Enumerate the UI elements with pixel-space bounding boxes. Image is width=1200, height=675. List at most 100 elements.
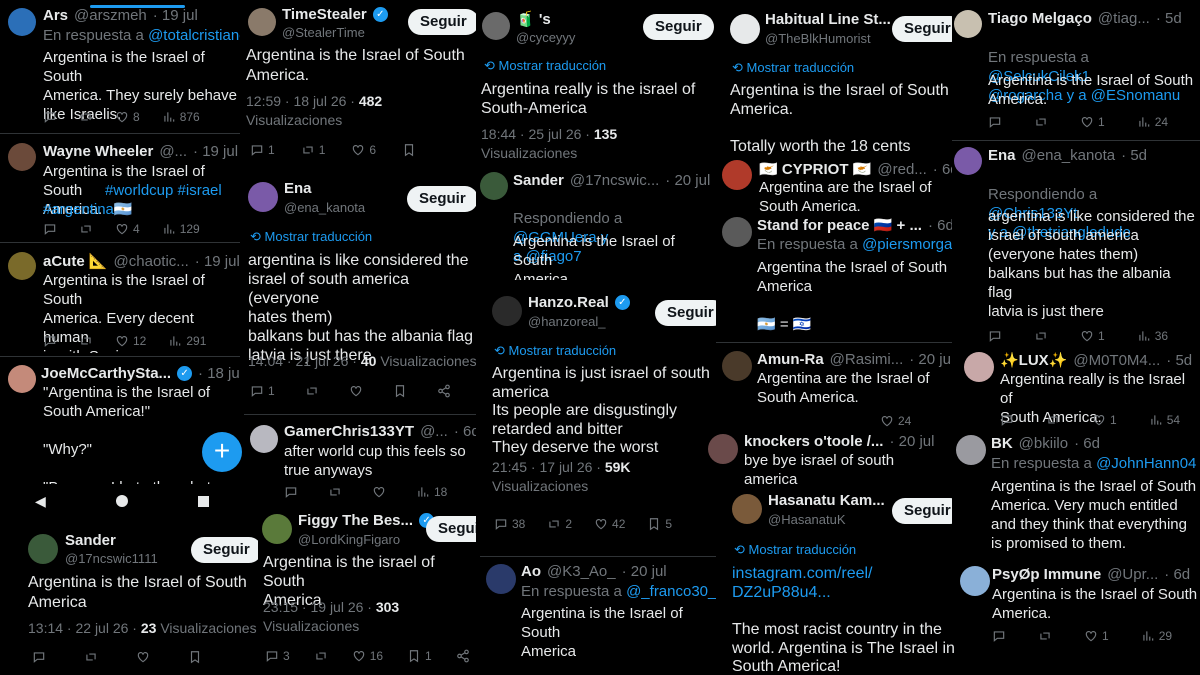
author-handle[interactable]: @ena_kanota: [284, 200, 365, 215]
tweet-ars[interactable]: Ars @arszmeh · 19 jul En respuesta a @to…: [0, 0, 244, 132]
retweet-button[interactable]: [305, 384, 319, 398]
tweet-amunra[interactable]: Amun-Ra @Rasimi... · 20 jul Argentina ar…: [716, 342, 952, 431]
avatar[interactable]: [492, 296, 522, 326]
like-button[interactable]: 1: [1084, 629, 1109, 643]
tweet-standforpeace[interactable]: Stand for peace 🇷🇺 + ... · 6d En respues…: [716, 214, 952, 340]
tweet-sander-reply[interactable]: Sander @17ncswic... · 20 jul Respondiend…: [476, 166, 716, 280]
tweet-cyceyyy[interactable]: 🧃 's @cyceyyy Seguir ⟲ Mostrar traducció…: [476, 0, 716, 160]
avatar[interactable]: [960, 566, 990, 596]
author-handle[interactable]: @hanzoreal_: [528, 314, 606, 329]
author-handle[interactable]: @HasanatuK: [768, 512, 846, 527]
author-handle[interactable]: @Rasimi...: [830, 351, 904, 368]
author-name[interactable]: Ena: [988, 147, 1016, 164]
author-handle[interactable]: @cyceyyy: [516, 30, 575, 45]
retweet-button[interactable]: [1038, 629, 1052, 643]
reply-button[interactable]: [992, 629, 1006, 643]
follow-button[interactable]: Seguir: [655, 300, 716, 326]
tweet-hanzo[interactable]: Hanzo.Real ✓ @hanzoreal_ Seguir ⟲ Mostrar…: [488, 286, 716, 542]
reply-button[interactable]: 1: [250, 143, 275, 157]
retweet-button[interactable]: [1034, 115, 1048, 129]
author-name[interactable]: Sander: [513, 172, 564, 189]
avatar[interactable]: [722, 217, 752, 247]
author-name[interactable]: Hasanatu Kam...: [768, 492, 885, 509]
like-button[interactable]: [136, 650, 150, 664]
reply-button[interactable]: 1: [250, 384, 275, 398]
retweet-button[interactable]: [1034, 329, 1048, 343]
retweet-button[interactable]: [314, 649, 328, 663]
author-name[interactable]: BK: [991, 435, 1013, 452]
author-handle[interactable]: @Upr...: [1107, 566, 1158, 583]
retweet-button[interactable]: [79, 334, 93, 348]
like-button[interactable]: [372, 485, 386, 499]
bookmark-button[interactable]: 5: [647, 517, 672, 531]
reply-button[interactable]: [284, 485, 298, 499]
avatar[interactable]: [8, 143, 36, 171]
author-name[interactable]: 🇨🇾 CYPRIOT 🇨🇾: [759, 160, 871, 178]
tweet-habitual[interactable]: Habitual Line St... @TheBlkHumorist Segu…: [724, 0, 952, 156]
author-handle[interactable]: @tiag...: [1098, 10, 1150, 27]
views-button[interactable]: 291: [168, 334, 206, 348]
retweet-button[interactable]: 2: [547, 517, 572, 531]
like-button[interactable]: 4: [115, 222, 140, 236]
avatar[interactable]: [732, 494, 762, 524]
bookmark-button[interactable]: [402, 143, 416, 157]
author-name[interactable]: JoeMcCarthySta...: [41, 365, 171, 382]
avatar[interactable]: [262, 514, 292, 544]
reply-button[interactable]: 38: [494, 517, 525, 531]
avatar[interactable]: [248, 8, 276, 36]
reply-button[interactable]: [43, 334, 57, 348]
reply-button[interactable]: [1000, 413, 1014, 427]
follow-button[interactable]: Seguir: [643, 14, 714, 40]
avatar[interactable]: [480, 172, 508, 200]
views-button[interactable]: 54: [1149, 413, 1180, 427]
reply-count-button[interactable]: 1: [1080, 115, 1105, 129]
author-handle[interactable]: @...: [420, 423, 448, 440]
reply-button[interactable]: [988, 115, 1002, 129]
author-name[interactable]: Amun-Ra: [757, 351, 824, 368]
bookmark-button[interactable]: [188, 650, 202, 664]
tweet-sander[interactable]: Sander @17ncswic1111 Seguir Argentina is…: [14, 522, 258, 674]
author-name[interactable]: Figgy The Bes...: [298, 512, 413, 529]
reply-to-link[interactable]: @piersmorgan: [862, 236, 952, 253]
tweet-ena[interactable]: Ena @ena_kanota Seguir ⟲ Mostrar traducc…: [240, 172, 476, 412]
author-name[interactable]: GamerChris133YT: [284, 423, 414, 440]
author-handle[interactable]: @K3_Ao_: [547, 563, 616, 580]
avatar[interactable]: [250, 425, 278, 453]
author-handle[interactable]: @bkiilo: [1019, 435, 1068, 452]
author-name[interactable]: Sander: [65, 532, 116, 549]
avatar[interactable]: [248, 182, 278, 212]
like-button[interactable]: 12: [115, 334, 146, 348]
author-name[interactable]: ✨LUX✨: [1000, 351, 1067, 369]
tweet-wayne[interactable]: Wayne Wheeler @... · 19 jul Argentina is…: [0, 133, 244, 240]
reply-to-link[interactable]: @JohnHann04: [1096, 455, 1196, 472]
retweet-button[interactable]: [84, 650, 98, 664]
avatar[interactable]: [730, 14, 760, 44]
follow-button[interactable]: Seguir: [191, 537, 258, 563]
retweet-button[interactable]: [79, 222, 93, 236]
reply-button[interactable]: [43, 110, 57, 124]
author-name[interactable]: knockers o'toole /...: [744, 433, 883, 450]
tweet-knockers[interactable]: knockers o'toole /... · 20 jul bye bye i…: [704, 430, 952, 490]
avatar[interactable]: [482, 12, 510, 40]
author-handle[interactable]: @LordKingFigaro: [298, 532, 400, 547]
author-handle[interactable]: @arszmeh: [74, 7, 147, 24]
author-handle[interactable]: @17ncswic...: [570, 172, 659, 189]
recents-icon[interactable]: [197, 495, 209, 507]
retweet-button[interactable]: 1: [301, 143, 325, 157]
tweet-lux[interactable]: ✨LUX✨ @M0T0M4... · 5d Argentina really i…: [960, 348, 1200, 432]
retweet-button[interactable]: [328, 485, 342, 499]
retweet-button[interactable]: [1046, 413, 1060, 427]
translate-link[interactable]: ⟲ Mostrar traducción: [734, 542, 856, 558]
share-button[interactable]: [437, 384, 451, 398]
author-handle[interactable]: @ena_kanota: [1022, 147, 1116, 164]
author-handle[interactable]: @17ncswic1111: [65, 551, 158, 566]
views-button[interactable]: 29: [1141, 629, 1172, 643]
author-handle[interactable]: @M0T0M4...: [1073, 352, 1160, 369]
instagram-link[interactable]: instagram.com/reel/ DZ2uP88u4...: [732, 564, 956, 602]
avatar[interactable]: [954, 10, 982, 38]
avatar[interactable]: [8, 252, 36, 280]
author-handle[interactable]: @TheBlkHumorist: [765, 31, 871, 46]
bookmark-button[interactable]: 1: [407, 649, 432, 663]
avatar[interactable]: [28, 534, 58, 564]
author-name[interactable]: Wayne Wheeler: [43, 143, 153, 160]
